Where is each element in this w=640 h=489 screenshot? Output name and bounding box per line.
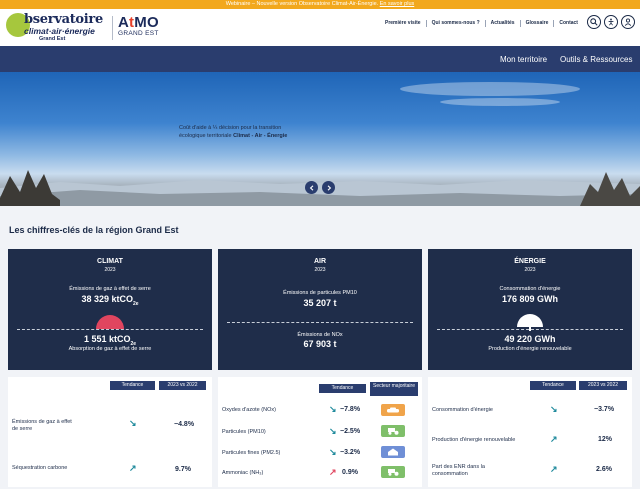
- card-energie: ÉNERGIE 2023 Consommation d'énergie 176 …: [428, 249, 632, 370]
- site-header: bservatoire climat·air·énergie Grand Est…: [0, 9, 640, 46]
- header-2023-vs-2022[interactable]: 2023 vs 2022: [159, 381, 206, 390]
- row-value: 12%: [598, 436, 613, 443]
- user-icon[interactable]: [621, 15, 635, 29]
- trend-up-icon: ↗: [550, 434, 558, 444]
- nav-glossaire[interactable]: Glossaire: [521, 20, 554, 26]
- search-icon[interactable]: [587, 15, 601, 29]
- header-tendance[interactable]: Tendance: [110, 381, 155, 390]
- trend-down-icon: ↘: [329, 447, 337, 457]
- row-value: −2.5%: [340, 428, 361, 435]
- nav-outils-ressources[interactable]: Outils & Ressources: [560, 55, 632, 64]
- trend-down-icon: ↘: [129, 418, 137, 428]
- banner-text: Webinaire – Nouvelle version Observatoir…: [225, 1, 379, 7]
- card-air: AIR 2023 Émissions de particules PM10 35…: [218, 249, 422, 370]
- row-value: −3.7%: [594, 406, 615, 413]
- header-2023-vs-2022[interactable]: 2023 vs 2022: [579, 381, 627, 390]
- card-climat-top-value: 38 329 ktCO2e: [81, 294, 139, 307]
- hero-text: Coût d'aide à ¼ décision pour la transit…: [179, 125, 288, 139]
- main-nav: Première visite Qui sommes-nous ? Actual…: [380, 18, 583, 28]
- trend-down-icon: ↘: [329, 404, 337, 414]
- accessibility-icon[interactable]: [604, 15, 618, 29]
- secondary-nav: Mon territoire Outils & Ressources: [0, 46, 640, 72]
- sector-transport-icon: [381, 404, 405, 416]
- gauge-icon: [96, 315, 124, 329]
- trend-up-icon: ↗: [550, 464, 558, 474]
- logo-line3: Grand Est: [39, 36, 66, 42]
- table-climat: Tendance 2023 vs 2022 Émissions de gaz à…: [8, 377, 212, 487]
- nav-actualites[interactable]: Actualités: [486, 20, 520, 26]
- logo-line1: bservatoire: [24, 12, 103, 27]
- row-label: Ammoniac (NH₃): [222, 470, 264, 476]
- nav-mon-territoire[interactable]: Mon territoire: [500, 55, 547, 64]
- row-value: 0.9%: [342, 469, 358, 476]
- chevron-left-icon[interactable]: [305, 181, 318, 194]
- atmo-logo[interactable]: AtMO GRAND EST: [118, 14, 170, 42]
- nav-contact[interactable]: Contact: [554, 20, 583, 26]
- trend-up-icon: ↗: [129, 463, 137, 473]
- card-climat: CLIMAT 2023 Émissions de gaz à effet de …: [8, 249, 212, 370]
- row-label: Production d'énergie renouvelable: [432, 437, 516, 443]
- row-label: Oxydes d'azote (NOx): [222, 407, 276, 413]
- row-value: 2.6%: [596, 466, 612, 473]
- observatoire-logo[interactable]: bservatoire climat·air·énergie Grand Est: [6, 11, 110, 43]
- row-label: Particules fines (PM2.5): [222, 450, 281, 456]
- logo-divider: [112, 16, 113, 40]
- trend-down-icon: ↘: [550, 404, 558, 414]
- row-label: Émissions de gaz à effet de serre: [12, 419, 72, 432]
- table-energie: Tendance 2023 vs 2022 Consommation d'éne…: [428, 377, 632, 487]
- row-label: Séquestration carbone: [12, 465, 68, 471]
- row-value: −4.8%: [174, 421, 195, 428]
- card-climat-bottom-value: 1 551 ktCO2e: [83, 334, 137, 347]
- banner-link[interactable]: En savoir plus: [380, 1, 415, 7]
- row-value: −7.8%: [340, 406, 361, 413]
- table-air: Tendance Secteur majoritaire Oxydes d'az…: [218, 377, 422, 487]
- row-value: −3.2%: [340, 449, 361, 456]
- trend-up-icon: ↗: [329, 467, 337, 477]
- trend-down-icon: ↘: [329, 426, 337, 436]
- hero-landscape: [0, 170, 640, 206]
- row-label: Particules (PM10): [222, 429, 266, 435]
- row-label: Consommation d'énergie: [432, 407, 493, 413]
- section-title: Les chiffres-clés de la région Grand Est: [9, 225, 179, 235]
- row-label: Part des ENR dans la consommation: [432, 464, 485, 477]
- logo-line2: climat·air·énergie: [24, 26, 95, 36]
- atmo-logo-sub: GRAND EST: [118, 30, 159, 37]
- header-secteur-majoritaire[interactable]: Secteur majoritaire: [370, 382, 418, 396]
- row-value: 9.7%: [175, 466, 191, 473]
- sector-residential-icon: [381, 446, 405, 458]
- header-tendance[interactable]: Tendance: [319, 384, 366, 393]
- header-icons: [587, 15, 635, 29]
- announcement-banner: Webinaire – Nouvelle version Observatoir…: [0, 0, 640, 9]
- nav-qui-sommes-nous[interactable]: Qui sommes-nous ?: [427, 20, 485, 26]
- hero-banner: Coût d'aide à ¼ décision pour la transit…: [0, 72, 640, 206]
- chevron-right-icon[interactable]: [322, 181, 335, 194]
- sector-agriculture-icon: [381, 466, 405, 478]
- header-tendance[interactable]: Tendance: [530, 381, 576, 390]
- nav-premiere-visite[interactable]: Première visite: [380, 20, 426, 26]
- sector-agriculture-icon: [381, 425, 405, 437]
